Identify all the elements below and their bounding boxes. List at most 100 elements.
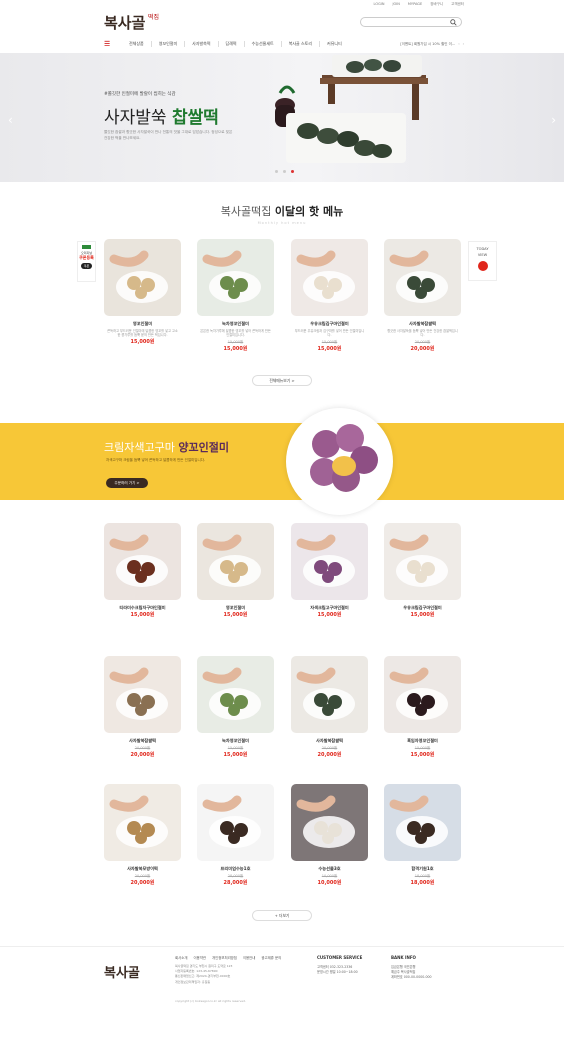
hero-dot-active[interactable] bbox=[291, 170, 294, 173]
hero-dot[interactable] bbox=[283, 170, 286, 173]
product-image[interactable] bbox=[197, 239, 274, 316]
product-name[interactable]: 사자발쑥찹쌀떡 bbox=[291, 738, 368, 744]
product-price: 15,000원 bbox=[317, 612, 342, 618]
nav-item[interactable]: 커뮤니티 bbox=[320, 41, 349, 47]
product-image[interactable] bbox=[197, 656, 274, 733]
footer-link[interactable]: 이용안내 bbox=[243, 955, 255, 960]
product-card[interactable]: 사자발쑥찹쌀떡 20,000원 20,000원 bbox=[104, 656, 181, 758]
top-link[interactable]: LOGIN bbox=[374, 2, 385, 7]
nav-item[interactable]: 영꼬인절미 bbox=[152, 41, 186, 47]
hero-dot[interactable] bbox=[275, 170, 278, 173]
menu-icon[interactable]: ☰ bbox=[104, 40, 113, 48]
product-image[interactable] bbox=[384, 523, 461, 600]
bank-title: BANK INFO bbox=[391, 955, 416, 960]
product-name[interactable]: 흑임자영꼬인절미 bbox=[384, 738, 461, 744]
section-title-pre: 복사골떡집 bbox=[220, 205, 275, 218]
product-price: 20,000원 bbox=[130, 752, 155, 758]
product-card[interactable]: 우유크림김구마인절미 15,000원 bbox=[384, 523, 461, 618]
logo-sub: 떡집 bbox=[148, 14, 160, 21]
site-logo[interactable]: 복사골 떡집 bbox=[104, 12, 166, 34]
nav-item[interactable]: 사자발쑥떡 bbox=[185, 41, 219, 47]
coupon-side-banner[interactable]: 오리지날 쿠폰등록 쿠폰 bbox=[77, 241, 96, 282]
top-link[interactable]: 고객센터 bbox=[451, 2, 464, 7]
product-image[interactable] bbox=[384, 239, 461, 316]
nav-item[interactable]: 전체상품 bbox=[122, 41, 152, 47]
nav-item[interactable]: 복사골 스토리 bbox=[282, 41, 321, 47]
product-name[interactable]: 합격기원1호 bbox=[384, 866, 461, 872]
footer-link[interactable]: 회사소개 bbox=[175, 955, 187, 960]
product-name[interactable]: 영꼬인절미 bbox=[104, 321, 181, 327]
product-desc: 부드러운 우유크림과 김구마를 넣어 만든 인절미입니다. bbox=[294, 329, 365, 338]
product-name[interactable]: 우유크림김구마인절미 bbox=[291, 321, 368, 327]
product-image[interactable] bbox=[104, 239, 181, 316]
promo-title-pre: 크림자색고구마 bbox=[104, 441, 179, 454]
today-view-panel[interactable]: TODAY VIEW bbox=[468, 241, 497, 281]
product-card[interactable]: 영꼬인절미 쫀득하고 부드러운 인절미에 달콤한 영꼬를 넣고 고소한 콩가루를 … bbox=[104, 239, 181, 345]
product-card[interactable]: 합격기원1호 18,000원 18,000원 bbox=[384, 784, 461, 886]
notice-next-icon[interactable]: › bbox=[463, 42, 464, 46]
product-name[interactable]: 프리미엄수능1호 bbox=[197, 866, 274, 872]
cs-info: 고객센터 032-323-2336 운영시간 평일 10:00~18:00 bbox=[317, 965, 358, 975]
hero-kicker: #쫄깃한 인절미에 발랄이 씹히는 식감 bbox=[104, 92, 176, 97]
notice-prev-icon[interactable]: ‹ bbox=[458, 42, 459, 46]
product-name[interactable]: 사자발쑥찹쌀떡 bbox=[384, 321, 461, 327]
product-image[interactable] bbox=[104, 784, 181, 861]
product-desc: 향긋한 사자발쑥을 듬뿍 넣어 만든 건강한 찹쌀떡입니다. bbox=[387, 329, 458, 338]
footer-link[interactable]: 개인정보처리방침 bbox=[212, 955, 237, 960]
top-link[interactable]: 장바구니 bbox=[430, 2, 443, 7]
product-price: 10,000원 bbox=[317, 880, 342, 886]
product-image[interactable] bbox=[291, 784, 368, 861]
notice-ticker[interactable]: [이벤트] 회원가입 시 10% 할인 이... bbox=[400, 42, 455, 47]
product-price: 18,000원 bbox=[410, 880, 435, 886]
hero-next-icon[interactable]: › bbox=[551, 113, 556, 127]
hero-banner[interactable]: ‹ › #쫄깃한 인절미에 발랄이 씹히는 식감 사자발쑥 찹쌀떡 쫄깃한 찹쌀… bbox=[0, 53, 564, 182]
product-image[interactable] bbox=[291, 239, 368, 316]
product-card[interactable]: 흑임자영꼬인절미 15,000원 15,000원 bbox=[384, 656, 461, 758]
product-card[interactable]: 티라미수크림자구마인절미 15,000원 bbox=[104, 523, 181, 618]
nav-item[interactable]: 답례떡 bbox=[219, 41, 245, 47]
footer-link[interactable]: 이용약관 bbox=[193, 955, 205, 960]
product-card[interactable]: 영꼬인절미 15,000원 bbox=[197, 523, 274, 618]
product-image[interactable] bbox=[291, 523, 368, 600]
all-menu-button[interactable]: 전체메뉴보기 > bbox=[252, 375, 312, 386]
footer-link[interactable]: 광고제휴 문의 bbox=[261, 955, 281, 960]
search-icon[interactable] bbox=[450, 19, 457, 26]
main-nav: ☰ 전체상품 영꼬인절미 사자발쑥떡 답례떡 수능선물세트 복사골 스토리 커뮤… bbox=[104, 39, 464, 49]
bank-info: 입금은행 국민은행 예금주 복사골떡집 계좌번호 000-00-0000-000 bbox=[391, 965, 432, 981]
top-link[interactable]: MYPAGE bbox=[408, 2, 422, 7]
coupon-button[interactable]: 쿠폰 bbox=[80, 263, 93, 269]
product-price: 15,000원 bbox=[410, 612, 435, 618]
promo-product-image bbox=[286, 408, 393, 515]
search-input[interactable] bbox=[360, 17, 462, 27]
product-card[interactable]: 우유크림김구마인절미 부드러운 우유크림과 김구마를 넣어 만든 인절미입니다. 1… bbox=[291, 239, 368, 352]
product-name[interactable]: 녹차영꼬인절미 bbox=[197, 321, 274, 327]
product-name[interactable]: 사자발쑥찹쌀떡 bbox=[104, 738, 181, 744]
product-image[interactable] bbox=[291, 656, 368, 733]
product-card[interactable]: 사자발쑥찹쌀떡 20,000원 20,000원 bbox=[291, 656, 368, 758]
product-image[interactable] bbox=[197, 523, 274, 600]
product-card[interactable]: 사자발쑥찹쌀떡 향긋한 사자발쑥을 듬뿍 넣어 만든 건강한 찹쌀떡입니다. 20,… bbox=[384, 239, 461, 352]
product-image[interactable] bbox=[104, 656, 181, 733]
hero-prev-icon[interactable]: ‹ bbox=[8, 113, 13, 127]
product-card[interactable]: 수능선물3호 10,000원 10,000원 bbox=[291, 784, 368, 886]
more-button[interactable]: + 더보기 bbox=[252, 910, 312, 921]
promo-order-button[interactable]: 주문하러 가기 > bbox=[106, 478, 148, 488]
section-title-bold: 이달의 핫 메뉴 bbox=[274, 205, 344, 218]
product-image[interactable] bbox=[384, 784, 461, 861]
logo-text: 복사골 bbox=[104, 14, 146, 32]
product-card[interactable]: 녹차영꼬인절미은은한 녹차가루에 달콤한 영꼬를 넣어 쫀득하게 만든 인절미입… bbox=[197, 239, 274, 352]
product-card[interactable]: 사자발쑥모방이떡 20,000원 20,000원 bbox=[104, 784, 181, 886]
product-image[interactable] bbox=[197, 784, 274, 861]
product-name[interactable]: 녹차영꼬인절미 bbox=[197, 738, 274, 744]
product-image[interactable] bbox=[104, 523, 181, 600]
product-card[interactable]: 녹차영꼬인절미 15,000원 15,000원 bbox=[197, 656, 274, 758]
product-name[interactable]: 수능선물3호 bbox=[291, 866, 368, 872]
product-card[interactable]: 프리미엄수능1호 28,000원 28,000원 bbox=[197, 784, 274, 886]
product-name[interactable]: 사자발쑥모방이떡 bbox=[104, 866, 181, 872]
hero-title-bold: 찹쌀떡 bbox=[171, 108, 219, 128]
nav-item[interactable]: 수능선물세트 bbox=[245, 41, 282, 47]
product-image[interactable] bbox=[384, 656, 461, 733]
top-link[interactable]: JOIN bbox=[392, 2, 399, 7]
product-desc: 은은한 녹차가루에 달콤한 영꼬를 넣어 쫀득하게 만든 인절미입니다. bbox=[200, 329, 271, 338]
product-card[interactable]: 자색크림고구마인절미 15,000원 bbox=[291, 523, 368, 618]
